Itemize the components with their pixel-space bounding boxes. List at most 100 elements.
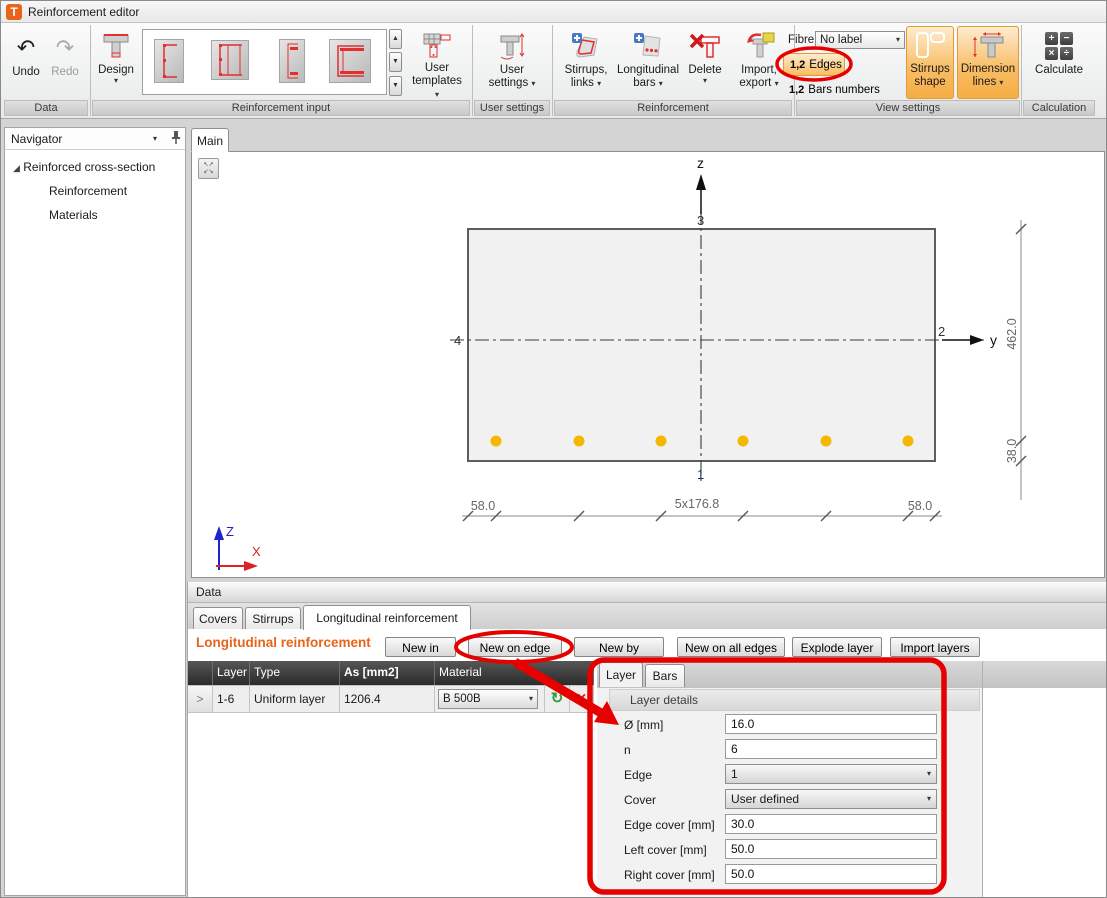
calculate-button[interactable]: +− ×÷ Calculate [1027,27,1091,99]
material-dropdown[interactable]: B 500B ▾ [438,689,538,709]
window-title: Reinforcement editor [28,5,139,19]
tab-layer[interactable]: Layer [599,662,643,687]
row-selector-button[interactable]: > [188,685,213,713]
template-stirrup-heavy[interactable] [329,39,371,83]
fibre-label: Fibre [788,34,814,46]
undo-button[interactable]: ↶ Undo [7,29,45,95]
navigator-dropdown-icon[interactable]: ▾ [153,135,157,143]
tree-item-reinforced-cross-section[interactable]: ◢ Reinforced cross-section [13,159,155,176]
group-label-user-settings: User settings [474,100,550,116]
bars-numbers-label: Bars numbers [808,84,880,96]
left-cover-input[interactable] [725,839,937,859]
design-button[interactable]: Design ▾ [93,27,139,99]
navigator-title: Navigator [11,128,62,150]
y-axis-label: y [990,332,997,348]
import-export-button[interactable]: Import, export ▾ [730,27,788,99]
cover-select-value: User defined [731,792,799,806]
n-input[interactable] [725,739,937,759]
panel-divider [982,661,983,898]
user-templates-button[interactable]: User templates ▾ [404,27,470,99]
cell-as: 1206.4 [340,685,435,713]
bars-numbers-toggle[interactable]: 1,2 Bars numbers [783,80,905,100]
navigator-header[interactable]: Navigator ▾ [5,128,185,150]
new-on-edge-button[interactable]: New on edge [468,637,562,657]
redo-button[interactable]: ↷ Redo [46,29,84,95]
edges-badge: 1,2 [790,59,805,71]
edge-cover-input[interactable] [725,814,937,834]
right-cover-input[interactable] [725,864,937,884]
material-caret-icon: ▾ [529,695,533,703]
more-icon: ▼ [392,82,399,89]
edge-select-caret-icon: ▾ [927,770,931,778]
stirrups-shape-toggle[interactable]: Stirrups shape [906,26,954,99]
edges-toggle[interactable]: 1,2 Edges [783,53,845,76]
design-icon [101,31,131,61]
template-top-bottom-bars[interactable] [279,39,305,83]
fibre-dropdown-caret-icon: ▾ [896,36,900,44]
up-arrow-icon: ▲ [392,35,399,42]
longitudinal-bars-label-2: bars ▾ [633,77,663,90]
field-label-edge: Edge [624,763,652,788]
dimension-lines-toggle[interactable]: Dimension lines ▾ [957,26,1019,99]
user-settings-button[interactable]: User settings ▾ [478,27,546,99]
delete-button[interactable]: Delete ▾ [682,27,728,99]
dimension-lines-label-2: lines ▾ [973,76,1004,89]
gallery-more-button[interactable]: ▼ [389,76,402,96]
calculate-icon: +− ×÷ [1045,31,1073,61]
tree-expand-icon[interactable]: ◢ [13,163,20,173]
longitudinal-bars-button[interactable]: Longitudinal bars ▾ [616,27,680,99]
tab-main[interactable]: Main [191,128,229,152]
origin-z-label: Z [226,524,234,539]
user-templates-caret-icon: ▾ [435,90,439,99]
edge-select-value: 1 [731,767,738,781]
import-export-icon [743,31,775,61]
new-in-line-button[interactable]: New in line [385,637,456,657]
edge-select[interactable]: 1 ▾ [725,764,937,784]
undo-icon: ↶ [17,33,35,63]
template-stirrup-basic[interactable] [154,39,184,83]
user-settings-icon [497,31,527,61]
navigator-panel: Navigator ▾ ◢ Reinforced cross-section R… [4,127,186,896]
user-settings-label-1: User [500,64,524,77]
new-by-spacing-button[interactable]: New by spacing [574,637,664,657]
dimension-lines-icon [971,30,1005,60]
dimension-lines-label-1: Dimension [961,63,1015,76]
z-axis-label: z [697,155,704,171]
group-label-data: Data [4,100,88,116]
gallery-scroll-down[interactable]: ▼ [389,52,402,72]
stirrups-links-label-2: links ▾ [571,77,601,90]
stirrups-links-button[interactable]: Stirrups, links ▾ [557,27,615,99]
drawing-canvas[interactable]: ↖↗ ↙↘ z y 3 4 2 1 [191,151,1105,578]
bars-numbers-badge: 1,2 [789,84,804,96]
tree-item-materials[interactable]: Materials [49,207,98,223]
tab-covers[interactable]: Covers [193,607,243,629]
tab-bars[interactable]: Bars [645,664,685,687]
pin-icon[interactable] [171,130,181,152]
layers-table-row[interactable]: > 1-6 Uniform layer 1206.4 B 500B ▾ ↻ × [188,685,594,713]
new-on-all-edges-button[interactable]: New on all edges [677,637,785,657]
data-panel-header: Data [188,582,1107,603]
field-label-diameter: Ø [mm] [624,713,663,738]
delete-x-icon: × [577,690,586,707]
tab-longitudinal-reinforcement[interactable]: Longitudinal reinforcement [303,605,471,630]
edge-number-left: 4 [454,333,461,348]
data-panel: Data Covers Stirrups Longitudinal reinfo… [187,582,1107,898]
cover-select[interactable]: User defined ▾ [725,789,937,809]
field-label-edge-cover: Edge cover [mm] [624,813,715,838]
edge-number-right: 2 [938,324,945,339]
diameter-input[interactable] [725,714,937,734]
import-layers-button[interactable]: Import layers [890,637,980,657]
edge-number-top: 3 [697,213,704,228]
user-settings-label-2: settings ▾ [489,77,536,90]
fibre-dropdown[interactable]: No label ▾ [815,31,905,49]
delete-layer-button[interactable]: × [570,685,594,713]
tab-stirrups[interactable]: Stirrups [245,607,301,629]
import-export-label-1: Import, [741,64,777,77]
field-label-right-cover: Right cover [mm] [624,863,715,888]
explode-layer-button[interactable]: Explode layer [792,637,882,657]
group-label-view-settings: View settings [796,100,1020,116]
tree-item-reinforcement[interactable]: Reinforcement [49,183,127,199]
gallery-scroll-up[interactable]: ▲ [389,29,402,49]
template-stirrup-double[interactable] [211,40,249,80]
refresh-material-button[interactable]: ↻ [545,685,570,713]
